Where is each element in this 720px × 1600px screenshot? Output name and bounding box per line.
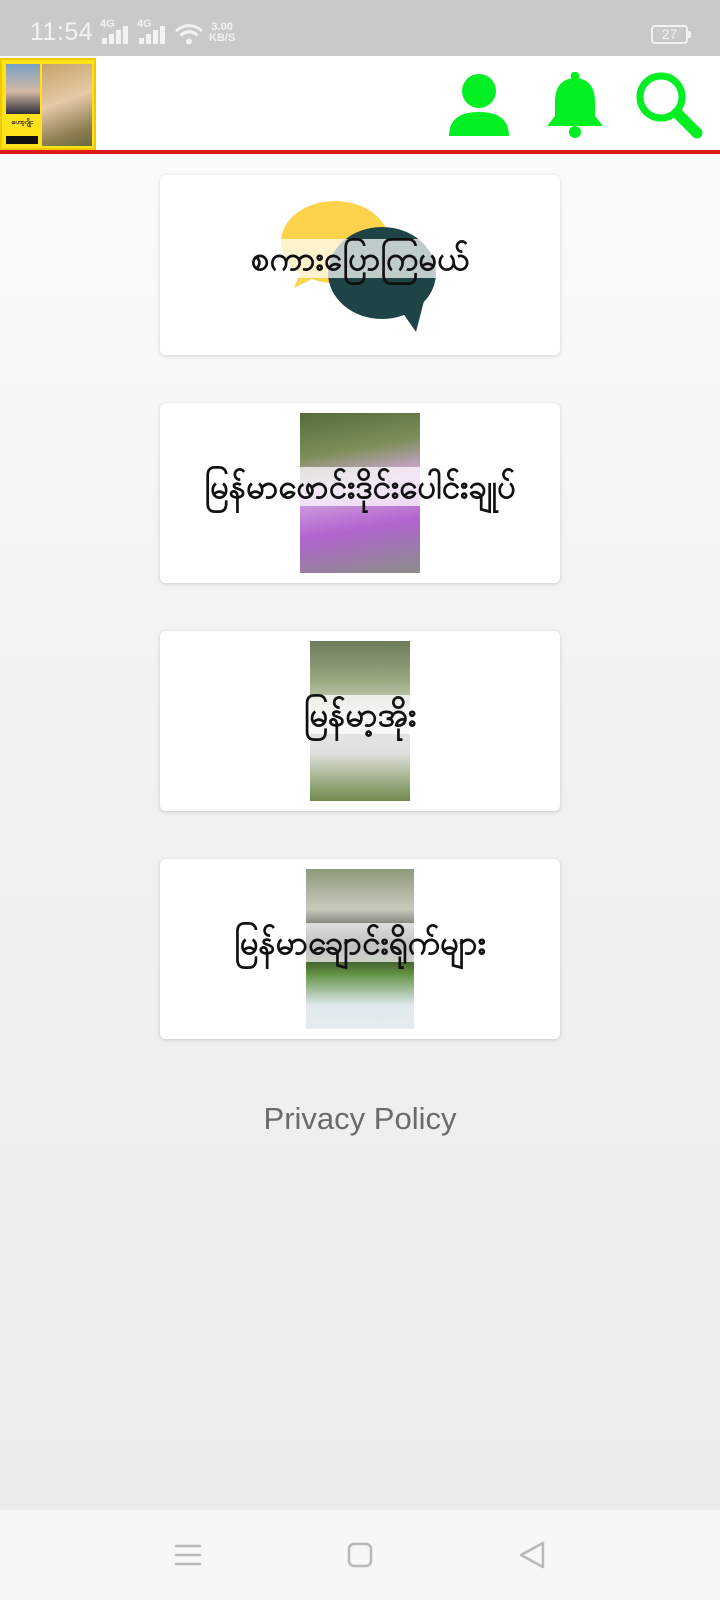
- network-speed-unit: KB/S: [209, 32, 236, 44]
- category-card[interactable]: မြန်မာဖောင်းဒိုင်းပေါင်းချုပ်: [160, 403, 560, 583]
- card-label: စကားပြောကြမယ်: [248, 239, 471, 278]
- network-speed: 3.00 KB/S: [209, 22, 235, 44]
- logo-photo: [42, 64, 92, 146]
- app-logo[interactable]: ဟော့ဂျိုး: [0, 58, 96, 150]
- category-card[interactable]: မြန်မာ့အိုး: [160, 631, 560, 811]
- bell-icon[interactable]: [540, 70, 610, 140]
- logo-text: ဟော့ဂျိုး: [11, 118, 33, 126]
- person-icon[interactable]: [444, 70, 514, 140]
- wifi-icon: [175, 24, 203, 45]
- battery-icon: 27: [651, 25, 691, 44]
- status-time: 11:54: [30, 18, 94, 46]
- search-icon[interactable]: [634, 70, 704, 140]
- chat-card[interactable]: စကားပြောကြမယ်: [160, 175, 560, 355]
- category-card[interactable]: မြန်မာချောင်းရိုက်များ: [160, 859, 560, 1039]
- card-label: မြန်မာ့အိုး: [301, 695, 419, 734]
- privacy-policy-link[interactable]: Privacy Policy: [0, 1101, 720, 1137]
- system-nav-bar: [0, 1510, 720, 1600]
- logo-photo: [6, 64, 40, 114]
- battery-level: 27: [661, 26, 678, 42]
- card-label: မြန်မာချောင်းရိုက်များ: [232, 923, 488, 962]
- home-icon[interactable]: [340, 1538, 380, 1572]
- card-label: မြန်မာဖောင်းဒိုင်းပေါင်းချုပ်: [202, 467, 518, 506]
- status-bar: 11:54 4G 4G 3.00 KB/S 27: [0, 0, 720, 56]
- logo-strip: [6, 136, 38, 144]
- app-bar: ဟော့ဂျိုး: [0, 56, 720, 154]
- menu-icon[interactable]: [168, 1538, 208, 1572]
- back-icon[interactable]: [512, 1538, 552, 1572]
